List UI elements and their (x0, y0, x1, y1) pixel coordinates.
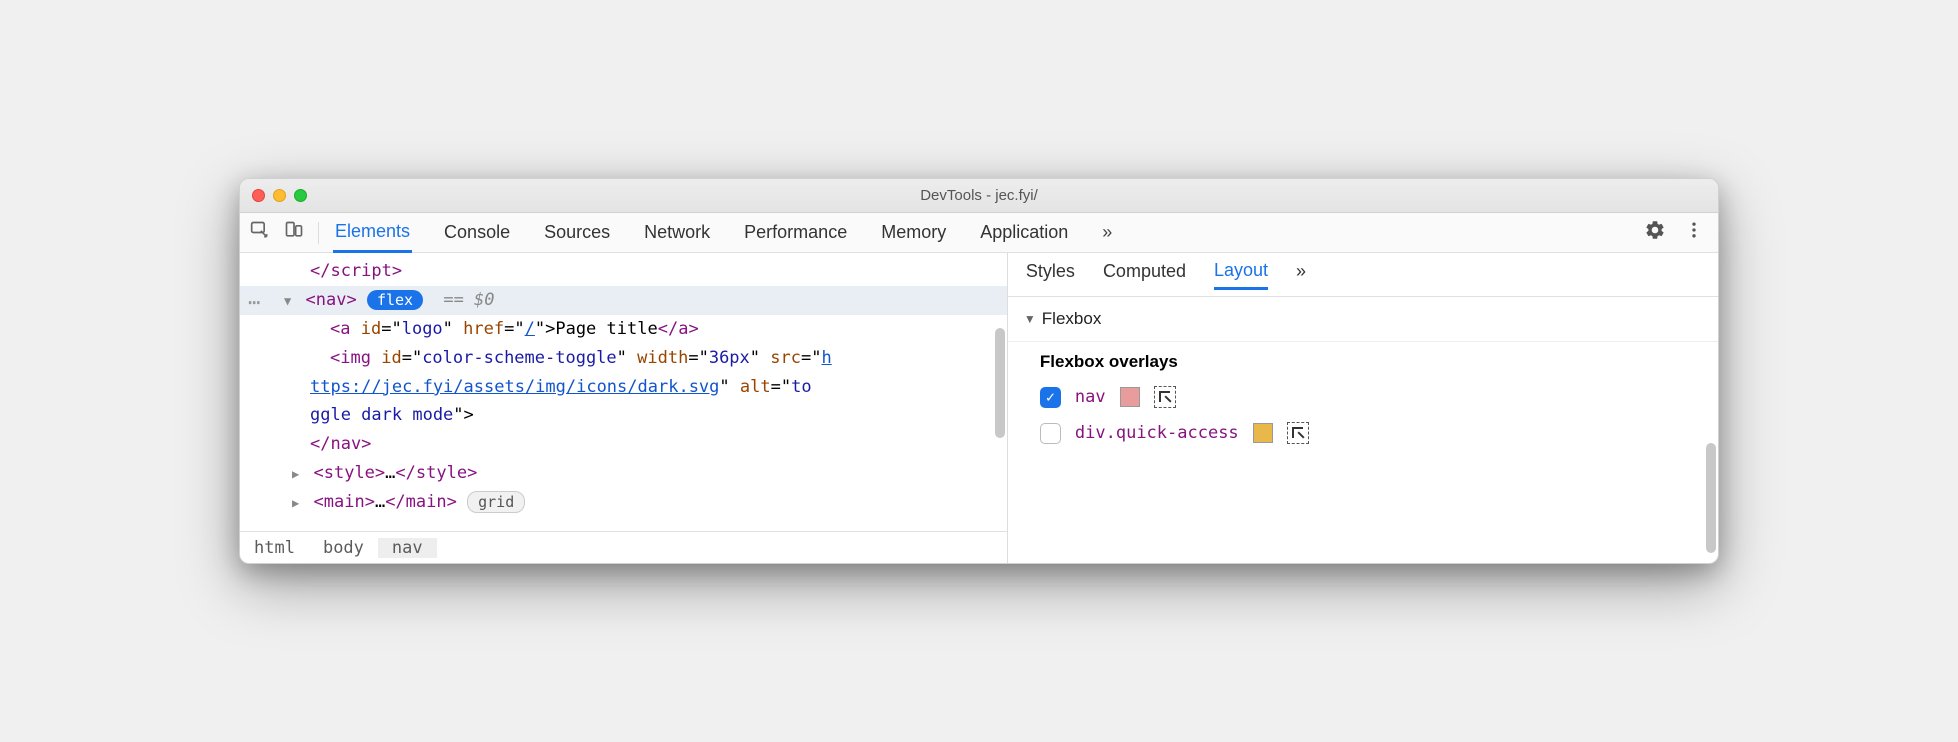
section-header-flexbox[interactable]: ▼ Flexbox (1008, 297, 1718, 342)
dom-line[interactable]: </script> (240, 257, 1007, 286)
expand-arrow-icon[interactable]: ▶ (292, 464, 299, 484)
crumb-body[interactable]: body (309, 538, 378, 558)
overlay-checkbox[interactable] (1040, 423, 1061, 444)
separator (318, 222, 319, 244)
close-window-button[interactable] (252, 189, 265, 202)
tab-styles[interactable]: Styles (1026, 261, 1075, 288)
gutter-overflow-icon[interactable]: ⋯ (248, 292, 260, 312)
overlays-title: Flexbox overlays (1040, 352, 1698, 372)
color-swatch[interactable] (1120, 387, 1140, 407)
settings-gear-icon[interactable] (1644, 219, 1666, 246)
inspect-element-icon[interactable] (250, 220, 270, 245)
expand-arrow-icon[interactable]: ▶ (292, 493, 299, 513)
grid-badge[interactable]: grid (467, 491, 525, 513)
tab-network[interactable]: Network (642, 214, 712, 251)
dom-line[interactable]: ttps://jec.fyi/assets/img/icons/dark.svg… (240, 373, 1007, 402)
device-toggle-icon[interactable] (284, 220, 304, 245)
color-swatch[interactable] (1253, 423, 1273, 443)
minimize-window-button[interactable] (273, 189, 286, 202)
tab-console[interactable]: Console (442, 214, 512, 251)
dom-tree[interactable]: </script> ⋯ ▼ <nav> flex == $0 <a id="lo… (240, 253, 1007, 517)
kebab-menu-icon[interactable] (1684, 220, 1704, 245)
disclosure-triangle-icon[interactable]: ▼ (1024, 312, 1036, 326)
main-tabs: Elements Console Sources Network Perform… (333, 213, 1114, 253)
tab-computed[interactable]: Computed (1103, 261, 1186, 288)
tab-layout[interactable]: Layout (1214, 260, 1268, 290)
titlebar: DevTools - jec.fyi/ (240, 179, 1718, 213)
dom-line-selected[interactable]: ⋯ ▼ <nav> flex == $0 (240, 286, 1007, 315)
window-title: DevTools - jec.fyi/ (252, 187, 1706, 204)
overlay-element-name[interactable]: div.quick-access (1075, 423, 1239, 443)
overlay-checkbox[interactable] (1040, 387, 1061, 408)
flex-badge[interactable]: flex (367, 290, 423, 310)
tab-sources[interactable]: Sources (542, 214, 612, 251)
scrollbar-thumb[interactable] (1706, 443, 1716, 553)
toolbar-left-icons (250, 220, 304, 245)
dom-line[interactable]: ▶ <main>…</main> grid (240, 488, 1007, 517)
tab-elements[interactable]: Elements (333, 213, 412, 253)
tab-memory[interactable]: Memory (879, 214, 948, 251)
overlay-row: div.quick-access (1040, 422, 1698, 444)
dom-line[interactable]: <a id="logo" href="/">Page title</a> (240, 315, 1007, 344)
breadcrumb: html body nav (240, 531, 1007, 563)
dom-line[interactable]: </nav> (240, 430, 1007, 459)
dom-line[interactable]: ▶ <style>…</style> (240, 459, 1007, 488)
flexbox-overlays: Flexbox overlays nav div.quick-access (1008, 342, 1718, 458)
reveal-element-icon[interactable] (1287, 422, 1309, 444)
dom-line[interactable]: ggle dark mode"> (240, 401, 1007, 430)
overlay-row: nav (1040, 386, 1698, 408)
scrollbar-thumb[interactable] (995, 328, 1005, 438)
maximize-window-button[interactable] (294, 189, 307, 202)
styles-sidebar: Styles Computed Layout » ▼ Flexbox Flexb… (1008, 253, 1718, 563)
crumb-nav[interactable]: nav (378, 538, 437, 558)
toolbar-right-icons (1644, 219, 1712, 246)
more-tabs-icon[interactable]: » (1100, 214, 1114, 251)
elements-panel: </script> ⋯ ▼ <nav> flex == $0 <a id="lo… (240, 253, 1008, 563)
more-sidebar-tabs-icon[interactable]: » (1296, 261, 1306, 288)
tab-application[interactable]: Application (978, 214, 1070, 251)
tab-performance[interactable]: Performance (742, 214, 849, 251)
crumb-html[interactable]: html (240, 538, 309, 558)
sidebar-tabs: Styles Computed Layout » (1008, 253, 1718, 297)
selected-node-marker: == $0 (443, 290, 494, 310)
devtools-window: DevTools - jec.fyi/ Elements Console Sou… (239, 178, 1719, 564)
reveal-element-icon[interactable] (1154, 386, 1176, 408)
window-controls (252, 189, 307, 202)
main-toolbar: Elements Console Sources Network Perform… (240, 213, 1718, 253)
content-area: </script> ⋯ ▼ <nav> flex == $0 <a id="lo… (240, 253, 1718, 563)
dom-line[interactable]: <img id="color-scheme-toggle" width="36p… (240, 344, 1007, 373)
expand-arrow-icon[interactable]: ▼ (284, 291, 291, 311)
overlay-element-name[interactable]: nav (1075, 387, 1106, 407)
